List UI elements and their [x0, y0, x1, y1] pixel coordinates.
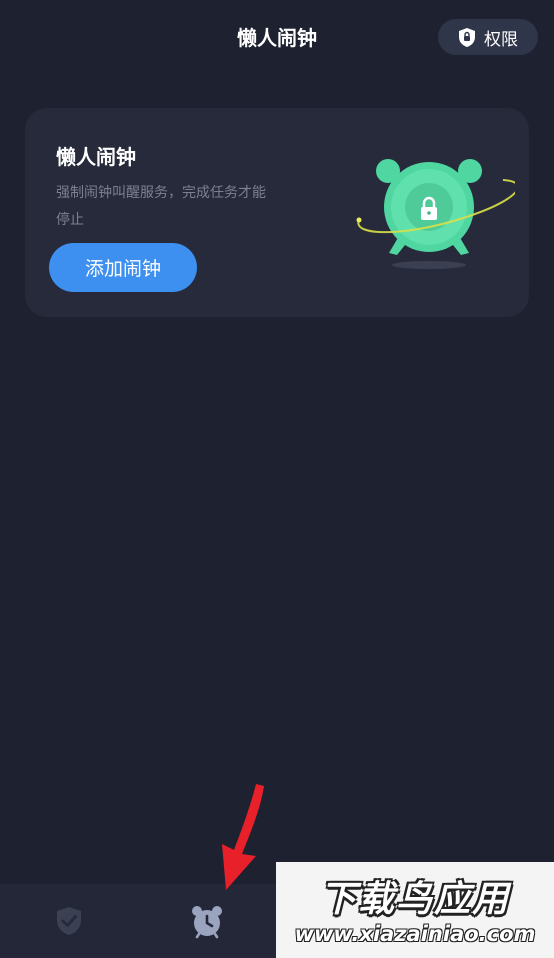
watermark-title: 下载鸟应用 [319, 879, 510, 920]
shield-lock-icon [458, 27, 476, 48]
add-alarm-button[interactable]: 添加闹钟 [49, 243, 197, 292]
nav-alarm-clock[interactable] [189, 903, 225, 939]
nav-shield-check[interactable] [51, 903, 87, 939]
alarm-clock-icon [192, 906, 222, 939]
top-bar: 懒人闹钟 权限 [0, 0, 554, 72]
alarm-clock-lock-illustration [356, 159, 515, 269]
card-description: 强制闹钟叫醒服务，完成任务才能停止 [56, 185, 266, 228]
red-arrow-annotation [222, 784, 264, 890]
permission-button-label: 权限 [484, 29, 518, 50]
card-title: 懒人闹钟 [56, 145, 136, 169]
shield-check-icon [57, 907, 81, 935]
watermark: 下载鸟应用 www.xiazainiao.com [276, 862, 554, 958]
watermark-url: www.xiazainiao.com [294, 922, 536, 946]
permission-button[interactable]: 权限 [438, 19, 538, 55]
alarm-card: 懒人闹钟 强制闹钟叫醒服务，完成任务才能停止 添加闹钟 [25, 108, 529, 317]
